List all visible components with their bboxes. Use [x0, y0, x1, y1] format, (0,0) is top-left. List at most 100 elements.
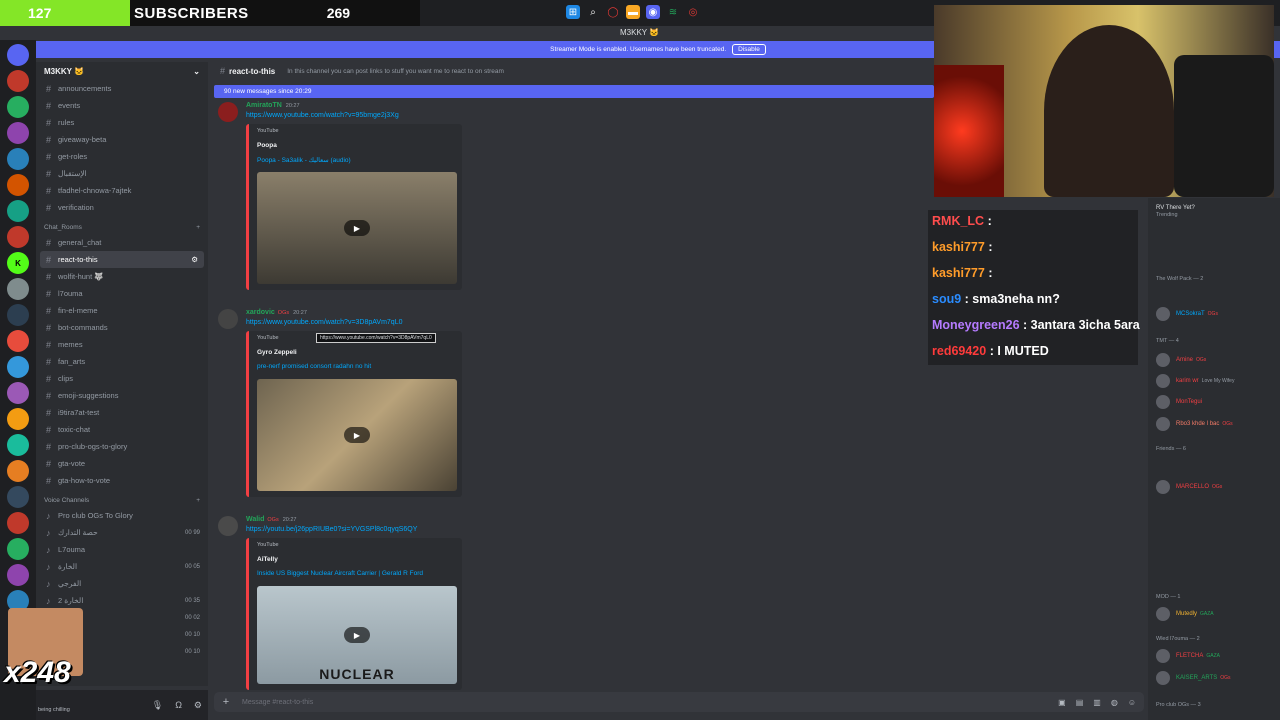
voice-channel[interactable]: ♪ الفرجي [36, 575, 208, 592]
server-icon[interactable] [7, 226, 29, 248]
message-link[interactable]: https://www.youtube.com/watch?v=3D8pAVm7… [246, 319, 402, 326]
channel-toxic-chat[interactable]: # toxic-chat [36, 421, 208, 438]
disable-button[interactable]: Disable [732, 44, 766, 55]
avatar[interactable] [218, 516, 238, 536]
message-link[interactable]: https://youtu.be/j26ppRIUBe0?si=YVGSPl8c… [246, 526, 417, 533]
plus-icon[interactable]: + [196, 497, 200, 504]
voice-channel[interactable]: ♪ الخارة 00 05 [36, 558, 208, 575]
server-icon[interactable] [7, 70, 29, 92]
microphone-icon[interactable]: 🎙 [152, 700, 163, 711]
settings-gear-icon[interactable]: ⚙ [194, 700, 202, 711]
plus-icon[interactable]: + [196, 224, 200, 231]
member-item[interactable]: MonTegui [1156, 394, 1202, 410]
new-messages-bar[interactable]: 90 new messages since 20:29 [214, 85, 934, 98]
embed-title[interactable]: Inside US Biggest Nuclear Aircraft Carri… [257, 570, 423, 577]
search-icon[interactable]: ⌕ [586, 5, 600, 19]
server-icon[interactable] [7, 330, 29, 352]
server-icon[interactable] [7, 512, 29, 534]
video-thumbnail[interactable]: ▶ [257, 379, 457, 491]
avatar[interactable] [218, 102, 238, 122]
message-author[interactable]: AmiratoTN 20:27 [246, 102, 300, 109]
channel-memes[interactable]: # memes [36, 336, 208, 353]
channel-giveaway-beta[interactable]: # giveaway-beta [36, 131, 208, 148]
channel-get-roles[interactable]: # get-roles [36, 148, 208, 165]
message-author[interactable]: Walid OGs 20:27 [246, 516, 296, 523]
member-item[interactable]: karim wr Love My Wifey [1156, 373, 1234, 389]
recorder-icon[interactable]: ◎ [686, 5, 700, 19]
message-input[interactable]: Message #react-to-this [242, 699, 313, 706]
server-icon[interactable] [7, 200, 29, 222]
video-thumbnail[interactable]: ▶ [257, 172, 457, 284]
channel-gta-vote[interactable]: # gta-vote [36, 455, 208, 472]
member-item[interactable]: MARCELLO OGs [1156, 479, 1222, 495]
member-item[interactable]: MCSokraT OGs [1156, 306, 1218, 322]
play-icon[interactable]: ▶ [344, 220, 370, 236]
channel-wolfit-hunt[interactable]: # wolfit-hunt 🐺 [36, 268, 208, 285]
server-header[interactable]: M3KKY 🐱 ⌄ [36, 62, 208, 80]
embed-title[interactable]: pre-nerf promised consort radahn no hit [257, 363, 371, 370]
embed-author[interactable]: Poopa [257, 142, 277, 149]
attach-plus-icon[interactable]: + [214, 696, 238, 708]
channel-welcome[interactable]: # الإستقبال [36, 165, 208, 182]
message-link[interactable]: https://www.youtube.com/watch?v=95bmge2j… [246, 112, 399, 119]
message-composer[interactable]: + Message #react-to-this ▣ ▤ ▥ ◍ ☺ [214, 692, 1144, 712]
play-icon[interactable]: ▶ [344, 627, 370, 643]
server-icon[interactable] [7, 564, 29, 586]
play-icon[interactable]: ▶ [344, 427, 370, 443]
member-item[interactable]: Mutedly GAZA [1156, 606, 1214, 622]
channel-bot-commands[interactable]: # bot-commands [36, 319, 208, 336]
spotify-icon[interactable]: ≋ [666, 5, 680, 19]
opera-icon[interactable]: ◯ [606, 5, 620, 19]
gear-icon[interactable]: ⚙ [191, 255, 198, 264]
server-icon[interactable] [7, 304, 29, 326]
server-icon[interactable] [7, 44, 29, 66]
gif-icon[interactable]: ▤ [1076, 698, 1084, 707]
voice-channel[interactable]: ♪ L7ouma [36, 541, 208, 558]
gift-icon[interactable]: ▣ [1058, 698, 1066, 707]
channel-tfadhel[interactable]: # tfadhel-chnowa-7ajtek [36, 182, 208, 199]
channel-general-chat[interactable]: # general_chat [36, 234, 208, 251]
category-voice-channels[interactable]: Voice Channels + [36, 493, 208, 507]
server-icon[interactable] [7, 122, 29, 144]
channel-verification[interactable]: # verification [36, 199, 208, 216]
server-icon[interactable] [7, 434, 29, 456]
channel-pro-club[interactable]: # pro-club-ogs-to-glory [36, 438, 208, 455]
server-icon[interactable] [7, 408, 29, 430]
embed-author[interactable]: Gyro Zeppeli [257, 349, 297, 356]
embed-title[interactable]: Poopa - Sa3alik - سعاليك (audio) [257, 156, 351, 164]
member-item[interactable]: Rbo3 khde l bac OGs [1156, 416, 1233, 432]
channel-fan-arts[interactable]: # fan_arts [36, 353, 208, 370]
server-icon[interactable] [7, 96, 29, 118]
message-author[interactable]: xardovic OGs 20:27 [246, 309, 307, 316]
server-icon[interactable] [7, 382, 29, 404]
avatar[interactable] [218, 309, 238, 329]
channel-react-to-this[interactable]: # react-to-this ⚙ [40, 251, 204, 268]
channel-rules[interactable]: # rules [36, 114, 208, 131]
windows-icon[interactable]: ⊞ [566, 5, 580, 19]
server-icon[interactable] [7, 278, 29, 300]
server-icon[interactable] [7, 538, 29, 560]
server-icon[interactable] [7, 460, 29, 482]
channel-announcements[interactable]: # announcements [36, 80, 208, 97]
channel-emoji-suggestions[interactable]: # emoji-suggestions [36, 387, 208, 404]
channel-gta-how-to-vote[interactable]: # gta-how-to-vote [36, 472, 208, 489]
emoji-icon[interactable]: ☺ [1128, 698, 1136, 707]
member-item[interactable]: Amine OGs [1156, 352, 1206, 368]
channel-fin-el-meme[interactable]: # fin-el-meme [36, 302, 208, 319]
kick-server-icon[interactable]: K [7, 252, 29, 274]
server-icon[interactable] [7, 486, 29, 508]
voice-channel[interactable]: ♪ Pro club OGs To Glory [36, 507, 208, 524]
folder-icon[interactable]: ▬ [626, 5, 640, 19]
channel-events[interactable]: # events [36, 97, 208, 114]
member-item[interactable]: FLETCHA GAZA [1156, 648, 1220, 664]
server-icon[interactable] [7, 148, 29, 170]
headphones-icon[interactable]: Ω [175, 700, 182, 711]
channel-i9tira7at-test[interactable]: # i9tira7at-test [36, 404, 208, 421]
member-item[interactable]: KAISER_ARTS OGs [1156, 670, 1231, 686]
category-chat-rooms[interactable]: Chat_Rooms + [36, 220, 208, 234]
discord-icon[interactable]: ◉ [646, 5, 660, 19]
server-icon[interactable] [7, 356, 29, 378]
video-thumbnail[interactable]: ▶ NUCLEAR [257, 586, 457, 684]
sticker-icon[interactable]: ▥ [1093, 698, 1101, 707]
embed-author[interactable]: AiTelly [257, 556, 278, 563]
